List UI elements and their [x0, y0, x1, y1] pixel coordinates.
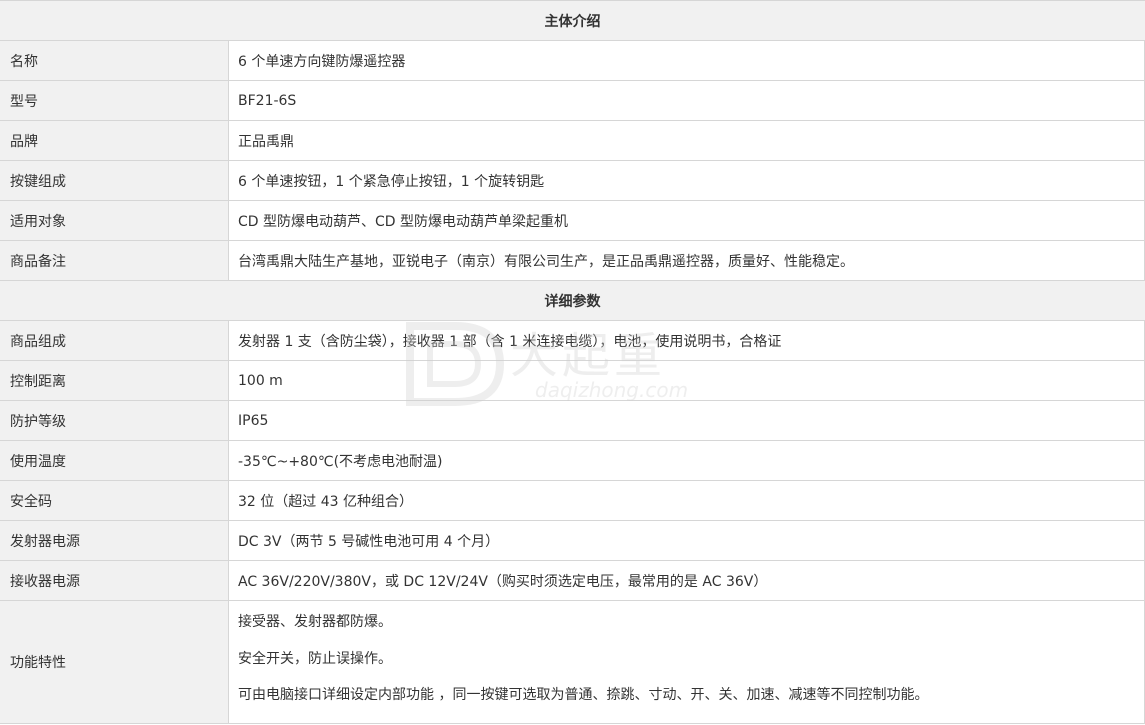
row-label: 防护等级 [0, 401, 229, 440]
row-value: BF21-6S [229, 81, 1145, 120]
spec-table: 主体介绍 名称 6 个单速方向键防爆遥控器 型号 BF21-6S 品牌 正品禹鼎… [0, 0, 1145, 725]
feature-line: 接受器、发射器都防爆。 [238, 614, 392, 630]
table-row-brand: 品牌 正品禹鼎 [0, 121, 1145, 161]
row-label: 使用温度 [0, 441, 229, 480]
row-value: AC 36V/220V/380V，或 DC 12V/24V（购买时须选定电压，最… [229, 561, 1145, 600]
row-value: DC 3V（两节 5 号碱性电池可用 4 个月） [229, 521, 1145, 560]
table-row-name: 名称 6 个单速方向键防爆遥控器 [0, 41, 1145, 81]
row-value: 正品禹鼎 [229, 121, 1145, 160]
row-label: 商品组成 [0, 321, 229, 360]
row-value: 6 个单速按钮，1 个紧急停止按钮，1 个旋转钥匙 [229, 161, 1145, 200]
table-row-composition: 商品组成 发射器 1 支（含防尘袋），接收器 1 部（含 1 米连接电缆），电池… [0, 321, 1145, 361]
row-label: 接收器电源 [0, 561, 229, 600]
row-label: 控制距离 [0, 361, 229, 400]
row-label: 发射器电源 [0, 521, 229, 560]
table-row-receiver-power: 接收器电源 AC 36V/220V/380V，或 DC 12V/24V（购买时须… [0, 561, 1145, 601]
table-row-security-code: 安全码 32 位（超过 43 亿种组合） [0, 481, 1145, 521]
table-row-temperature: 使用温度 -35℃~+80℃(不考虑电池耐温) [0, 441, 1145, 481]
row-value: 32 位（超过 43 亿种组合） [229, 481, 1145, 520]
section-header-intro: 主体介绍 [0, 1, 1145, 41]
table-row-range: 控制距离 100 m [0, 361, 1145, 401]
row-value: 6 个单速方向键防爆遥控器 [229, 41, 1145, 80]
row-label: 名称 [0, 41, 229, 80]
row-label: 适用对象 [0, 201, 229, 240]
table-row-protection: 防护等级 IP65 [0, 401, 1145, 441]
table-row-transmitter-power: 发射器电源 DC 3V（两节 5 号碱性电池可用 4 个月） [0, 521, 1145, 561]
row-label: 安全码 [0, 481, 229, 520]
row-label: 型号 [0, 81, 229, 120]
feature-line: 可由电脑接口详细设定内部功能 ，同一按键可选取为普通、捺跳、寸动、开、关、加速、… [238, 687, 929, 704]
row-value: CD 型防爆电动葫芦、CD 型防爆电动葫芦单梁起重机 [229, 201, 1145, 240]
row-label: 商品备注 [0, 241, 229, 280]
table-row-model: 型号 BF21-6S [0, 81, 1145, 121]
row-label: 按键组成 [0, 161, 229, 200]
row-label: 功能特性 [0, 601, 229, 723]
row-value: 100 m [229, 361, 1145, 400]
row-value: 台湾禹鼎大陆生产基地，亚锐电子（南京）有限公司生产，是正品禹鼎遥控器，质量好、性… [229, 241, 1145, 280]
table-row-remarks: 商品备注 台湾禹鼎大陆生产基地，亚锐电子（南京）有限公司生产，是正品禹鼎遥控器，… [0, 241, 1145, 281]
feature-line: 安全开关，防止误操作。 [238, 650, 392, 667]
section-title-intro: 主体介绍 [544, 13, 601, 30]
section-header-detail: 详细参数 [0, 281, 1145, 321]
row-value: -35℃~+80℃(不考虑电池耐温) [229, 441, 1145, 480]
row-label: 品牌 [0, 121, 229, 160]
row-value-features: 接受器、发射器都防爆。 安全开关，防止误操作。 可由电脑接口详细设定内部功能 ，… [229, 601, 1145, 723]
table-row-applicable: 适用对象 CD 型防爆电动葫芦、CD 型防爆电动葫芦单梁起重机 [0, 201, 1145, 241]
table-row-buttons: 按键组成 6 个单速按钮，1 个紧急停止按钮，1 个旋转钥匙 [0, 161, 1145, 201]
row-value: IP65 [229, 401, 1145, 440]
section-title-detail: 详细参数 [544, 293, 601, 310]
table-row-features: 功能特性 接受器、发射器都防爆。 安全开关，防止误操作。 可由电脑接口详细设定内… [0, 601, 1145, 724]
row-value: 发射器 1 支（含防尘袋），接收器 1 部（含 1 米连接电缆），电池，使用说明… [229, 321, 1145, 360]
